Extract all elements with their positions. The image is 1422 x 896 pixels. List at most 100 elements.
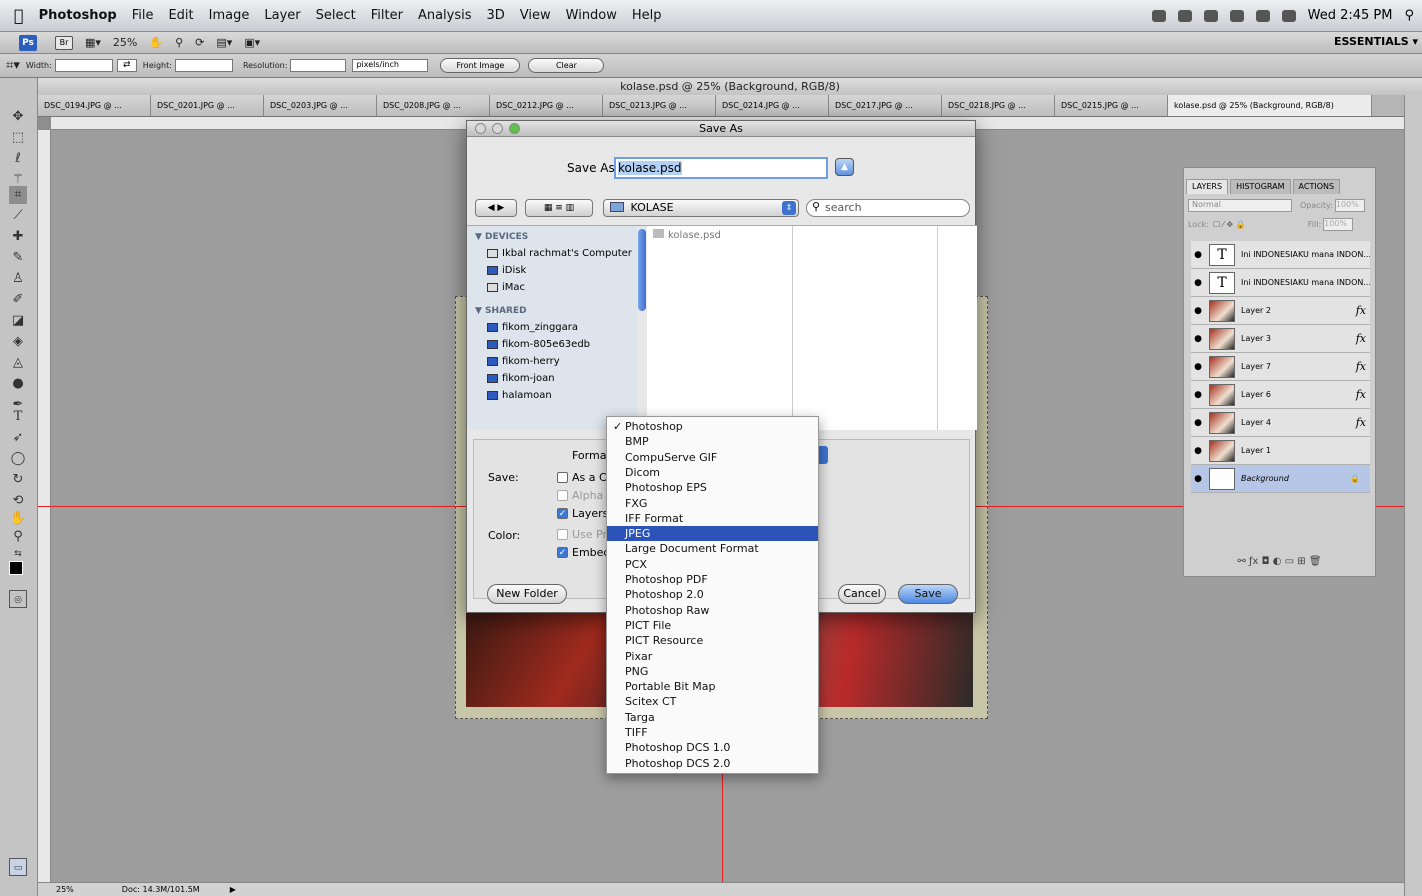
- tab-dsc-0203[interactable]: DSC_0203.JPG @ ...: [264, 95, 377, 116]
- format-option[interactable]: IFF Format: [607, 511, 818, 526]
- minimize-icon[interactable]: [492, 123, 503, 134]
- arrange-documents-icon[interactable]: ▤▾: [216, 36, 232, 49]
- layer-row[interactable]: ● Layer 3 fx: [1191, 325, 1370, 353]
- tab-dsc-0218[interactable]: DSC_0218.JPG @ ...: [942, 95, 1055, 116]
- format-option[interactable]: Dicom: [607, 465, 818, 480]
- lasso-tool-icon[interactable]: ℓ: [9, 150, 27, 168]
- column-divider[interactable]: [792, 226, 793, 431]
- history-brush-icon[interactable]: ✐: [9, 291, 27, 309]
- sidebar-item-computer[interactable]: Ikbal rachmat's Computer: [487, 246, 632, 261]
- format-option[interactable]: TIFF: [607, 725, 818, 740]
- embed-profile-checkbox[interactable]: ✓: [557, 547, 568, 558]
- sidebar-scrollbar[interactable]: [637, 227, 647, 417]
- close-icon[interactable]: [475, 123, 486, 134]
- tab-dsc-0212[interactable]: DSC_0212.JPG @ ...: [490, 95, 603, 116]
- cancel-button[interactable]: Cancel: [838, 584, 886, 604]
- sidebar-item-fikom-joan[interactable]: fikom-joan: [487, 371, 555, 386]
- as-copy-checkbox[interactable]: [557, 472, 568, 483]
- tab-dsc-0215[interactable]: DSC_0215.JPG @ ...: [1055, 95, 1168, 116]
- format-option[interactable]: CompuServe GIF: [607, 450, 818, 465]
- format-option[interactable]: Photoshop 2.0: [607, 587, 818, 602]
- eye-icon[interactable]: ●: [1191, 334, 1205, 344]
- tab-dsc-0208[interactable]: DSC_0208.JPG @ ...: [377, 95, 490, 116]
- move-tool-icon[interactable]: ✥: [9, 108, 27, 126]
- layer-row[interactable]: ● Background 🔒: [1191, 465, 1370, 493]
- menu-select[interactable]: Select: [316, 8, 356, 23]
- sidebar-item-imac[interactable]: iMac: [487, 280, 525, 295]
- file-browser[interactable]: kolase.psd: [647, 225, 977, 431]
- format-option[interactable]: Scitex CT: [607, 694, 818, 709]
- menu-analysis[interactable]: Analysis: [418, 8, 472, 23]
- tab-dsc-0217[interactable]: DSC_0217.JPG @ ...: [829, 95, 942, 116]
- zoom-tool-icon[interactable]: ⚲: [175, 36, 183, 49]
- tab-dsc-0201[interactable]: DSC_0201.JPG @ ...: [151, 95, 264, 116]
- layer-row[interactable]: ● Layer 6 fx: [1191, 381, 1370, 409]
- new-folder-button[interactable]: New Folder: [487, 584, 567, 604]
- zoom-tool-icon[interactable]: ⚲: [9, 528, 27, 546]
- file-item[interactable]: kolase.psd: [653, 229, 721, 241]
- spotlight-icon[interactable]: ⚲: [1404, 8, 1414, 23]
- healing-brush-icon[interactable]: ✚: [9, 228, 27, 246]
- format-option[interactable]: Photoshop Raw: [607, 603, 818, 618]
- wifi-icon[interactable]: [1203, 9, 1218, 22]
- clear-button[interactable]: Clear: [528, 58, 605, 73]
- alpha-channels-checkbox[interactable]: [557, 490, 568, 501]
- shape-tool-icon[interactable]: ◯: [9, 450, 27, 468]
- menu-image[interactable]: Image: [209, 8, 250, 23]
- format-option[interactable]: Photoshop EPS: [607, 480, 818, 495]
- tab-dsc-0213[interactable]: DSC_0213.JPG @ ...: [603, 95, 716, 116]
- menu-help[interactable]: Help: [632, 8, 662, 23]
- eye-icon[interactable]: ●: [1191, 474, 1205, 484]
- resolution-unit-select[interactable]: pixels/inch: [352, 59, 429, 72]
- foreground-color-swatch[interactable]: [9, 561, 23, 575]
- eyedropper-icon[interactable]: ⟋: [9, 207, 27, 225]
- format-option[interactable]: PICT File: [607, 618, 818, 633]
- battery-icon[interactable]: [1229, 9, 1244, 22]
- menu-3d[interactable]: 3D: [487, 8, 505, 23]
- layer-row[interactable]: ● Layer 1: [1191, 437, 1370, 465]
- 3d-rotate-icon[interactable]: ↻: [9, 471, 27, 489]
- layer-row[interactable]: ● T Ini INDONESIAKU mana INDON...: [1191, 269, 1370, 297]
- eye-icon[interactable]: ●: [1191, 306, 1205, 316]
- folder-select[interactable]: KOLASE ⇕: [603, 199, 799, 217]
- tab-dsc-0194[interactable]: DSC_0194.JPG @ ...: [38, 95, 151, 116]
- view-extras-icon[interactable]: ▦▾: [85, 36, 101, 49]
- tab-kolase[interactable]: kolase.psd @ 25% (Background, RGB/8): [1168, 95, 1372, 116]
- status-menu-arrow-icon[interactable]: ▶: [230, 885, 236, 894]
- back-forward-icon[interactable]: ◀ ▶: [475, 199, 517, 217]
- dodge-tool-icon[interactable]: ●: [9, 375, 27, 393]
- format-option[interactable]: ✓ Photoshop: [607, 419, 818, 434]
- format-option[interactable]: Targa: [607, 710, 818, 725]
- format-option[interactable]: Photoshop DCS 2.0: [607, 756, 818, 771]
- hand-tool-icon[interactable]: ✋: [149, 36, 163, 49]
- eye-icon[interactable]: ●: [1191, 390, 1205, 400]
- hand-tool-icon[interactable]: ✋: [9, 510, 27, 528]
- filename-input[interactable]: kolase.psd: [614, 157, 828, 179]
- eye-icon[interactable]: ●: [1191, 418, 1205, 428]
- use-proof-checkbox[interactable]: [557, 529, 568, 540]
- eye-icon[interactable]: ●: [1191, 446, 1205, 456]
- screen-mode-icon[interactable]: ▭: [9, 858, 27, 876]
- menu-filter[interactable]: Filter: [371, 8, 403, 23]
- status-icon[interactable]: [1151, 9, 1166, 22]
- status-zoom[interactable]: 25%: [56, 885, 74, 894]
- front-image-button[interactable]: Front Image: [440, 58, 521, 73]
- format-option[interactable]: JPEG: [607, 526, 818, 542]
- width-field[interactable]: [54, 59, 113, 72]
- eye-icon[interactable]: ●: [1191, 362, 1205, 372]
- format-option[interactable]: Pixar: [607, 649, 818, 664]
- screen-mode-icon[interactable]: ▣▾: [244, 36, 260, 49]
- paint-bucket-icon[interactable]: ◈: [9, 333, 27, 351]
- tab-actions[interactable]: ACTIONS: [1292, 179, 1341, 194]
- apple-icon[interactable]: : [14, 6, 24, 25]
- tab-histogram[interactable]: HISTOGRAM: [1230, 179, 1291, 194]
- layer-effects-icon[interactable]: fx: [1356, 388, 1366, 401]
- sidebar-item-fikom-zinggara[interactable]: fikom_zinggara: [487, 320, 578, 335]
- layer-row[interactable]: ● T Ini INDONESIAKU mana INDON...: [1191, 241, 1370, 269]
- view-mode-icon[interactable]: ▦ ≡ ▥: [525, 199, 593, 217]
- menu-view[interactable]: View: [520, 8, 551, 23]
- format-option[interactable]: BMP: [607, 434, 818, 449]
- save-button[interactable]: Save: [898, 584, 958, 604]
- bridge-button[interactable]: Br: [55, 35, 73, 50]
- devices-header[interactable]: ▼ DEVICES: [475, 232, 528, 242]
